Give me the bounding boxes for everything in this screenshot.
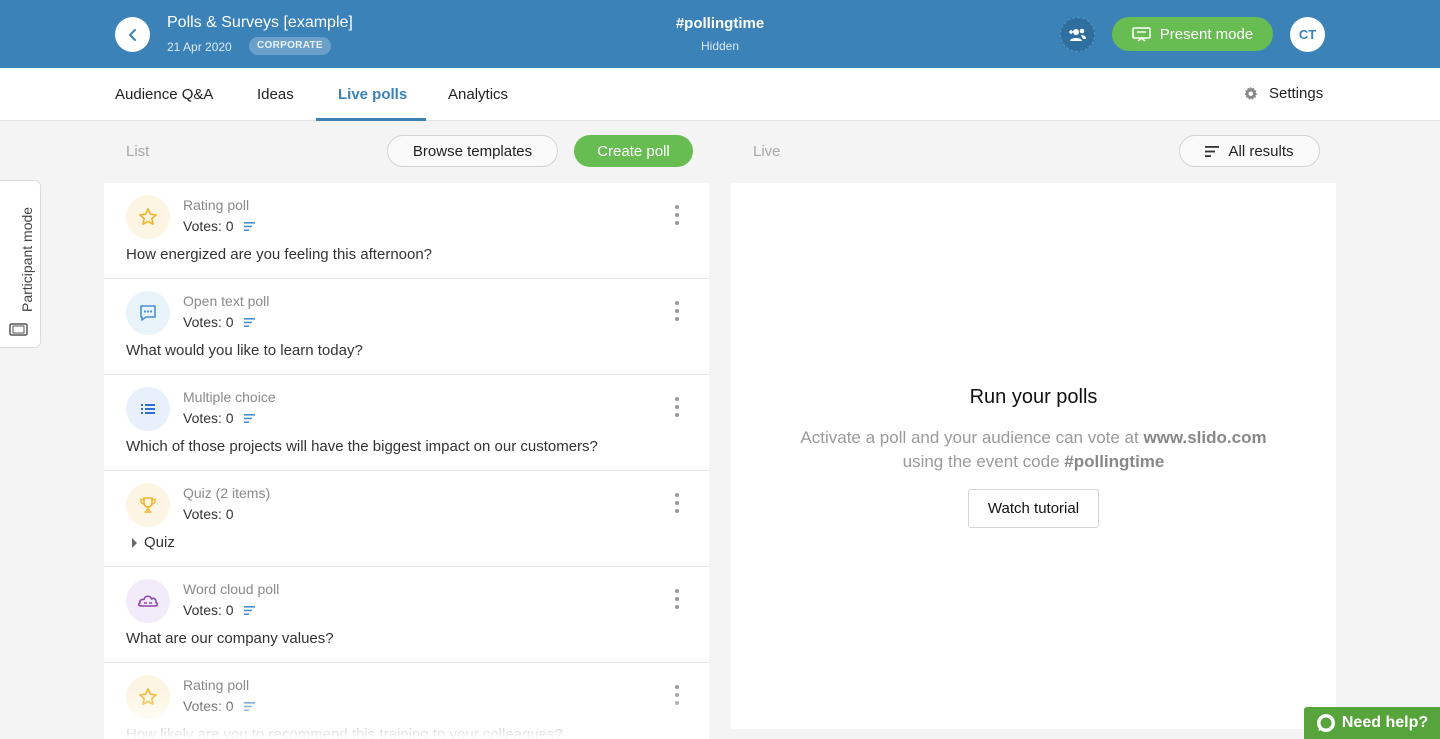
tab-analytics[interactable]: Analytics bbox=[448, 86, 508, 103]
quiz-expand-toggle[interactable]: Quiz bbox=[131, 534, 175, 551]
poll-votes-count: Votes: 0 bbox=[183, 314, 234, 330]
gear-icon bbox=[1244, 86, 1258, 100]
results-lines-icon bbox=[243, 413, 255, 423]
live-section-label: Live bbox=[753, 143, 781, 160]
presentation-screen-icon bbox=[1131, 27, 1151, 42]
more-options-button[interactable] bbox=[668, 493, 686, 513]
star-icon bbox=[126, 195, 170, 239]
live-desc-text-1: Activate a poll and your audience can vo… bbox=[800, 428, 1144, 447]
poll-votes-count: Votes: 0 bbox=[183, 602, 234, 618]
poll-votes: Votes: 0 bbox=[183, 218, 255, 234]
more-options-button[interactable] bbox=[668, 397, 686, 417]
watch-tutorial-button[interactable]: Watch tutorial bbox=[968, 489, 1099, 528]
need-help-button[interactable]: Need help? bbox=[1304, 707, 1440, 739]
poll-question: How likely are you to recommend this tra… bbox=[126, 726, 563, 739]
settings-label: Settings bbox=[1269, 85, 1324, 102]
poll-votes-count: Votes: 0 bbox=[183, 506, 234, 522]
cloud-icon bbox=[126, 579, 170, 623]
poll-item[interactable]: Rating poll Votes: 0 How likely are you … bbox=[104, 663, 709, 739]
all-results-button[interactable]: All results bbox=[1179, 135, 1320, 167]
poll-type: Quiz (2 items) bbox=[183, 485, 271, 501]
poll-type: Word cloud poll bbox=[183, 581, 280, 597]
quiz-toggle-label: Quiz bbox=[144, 534, 175, 551]
poll-item[interactable]: Multiple choice Votes: 0 Which of those … bbox=[104, 375, 709, 471]
poll-type: Rating poll bbox=[183, 677, 250, 693]
poll-type: Rating poll bbox=[183, 197, 250, 213]
user-avatar[interactable]: CT bbox=[1290, 17, 1325, 52]
tab-live-polls[interactable]: Live polls bbox=[338, 86, 407, 103]
more-options-button[interactable] bbox=[668, 205, 686, 225]
participant-mode-label: Participant mode bbox=[19, 206, 35, 312]
slido-url: www.slido.com bbox=[1143, 428, 1267, 447]
present-mode-label: Present mode bbox=[1159, 25, 1254, 43]
tab-ideas[interactable]: Ideas bbox=[257, 86, 294, 103]
people-add-icon bbox=[1068, 28, 1086, 41]
need-help-label: Need help? bbox=[1341, 714, 1429, 731]
more-options-button[interactable] bbox=[668, 589, 686, 609]
results-lines-icon bbox=[243, 605, 255, 615]
event-code-highlight: #pollingtime bbox=[1064, 452, 1165, 471]
poll-question: What are our company values? bbox=[126, 630, 334, 647]
list-icon bbox=[126, 387, 170, 431]
tab-bar: Audience Q&A Ideas Live polls Analytics … bbox=[0, 68, 1440, 121]
poll-question: How energized are you feeling this after… bbox=[126, 246, 433, 263]
browse-templates-button[interactable]: Browse templates bbox=[387, 135, 558, 167]
create-poll-button[interactable]: Create poll bbox=[574, 135, 693, 167]
trophy-icon bbox=[126, 483, 170, 527]
poll-item[interactable]: Rating poll Votes: 0 How energized are y… bbox=[104, 183, 709, 279]
more-options-button[interactable] bbox=[668, 301, 686, 321]
present-mode-button[interactable]: Present mode bbox=[1112, 17, 1273, 51]
poll-votes-count: Votes: 0 bbox=[183, 698, 234, 714]
active-tab-indicator bbox=[316, 118, 426, 121]
tablet-icon bbox=[9, 323, 28, 336]
caret-right-icon bbox=[132, 537, 137, 548]
poll-votes: Votes: 0 bbox=[183, 314, 255, 330]
poll-type: Open text poll bbox=[183, 293, 270, 309]
poll-votes: Votes: 0 bbox=[183, 602, 255, 618]
poll-type: Multiple choice bbox=[183, 389, 276, 405]
poll-votes-count: Votes: 0 bbox=[183, 218, 234, 234]
poll-votes: Votes: 0 bbox=[183, 698, 255, 714]
live-panel-description: Activate a poll and your audience can vo… bbox=[731, 426, 1336, 474]
poll-question: Which of those projects will have the bi… bbox=[126, 438, 598, 455]
live-desc-text-2: using the event code bbox=[902, 452, 1065, 471]
sort-lines-icon bbox=[1205, 145, 1220, 157]
star-icon bbox=[126, 675, 170, 719]
participant-mode-tab[interactable]: Participant mode bbox=[0, 180, 41, 348]
results-lines-icon bbox=[243, 701, 255, 711]
more-options-button[interactable] bbox=[668, 685, 686, 705]
speech-bubble-icon bbox=[126, 291, 170, 335]
poll-item[interactable]: Quiz (2 items) Votes: 0 Quiz bbox=[104, 471, 709, 567]
tab-audience-qa[interactable]: Audience Q&A bbox=[115, 86, 213, 103]
all-results-label: All results bbox=[1228, 142, 1294, 160]
invite-people-button[interactable] bbox=[1060, 17, 1095, 52]
live-panel-title: Run your polls bbox=[969, 386, 1098, 408]
list-section-label: List bbox=[126, 143, 150, 160]
poll-question: What would you like to learn today? bbox=[126, 342, 363, 359]
top-header: Polls & Surveys [example] 21 Apr 2020 CO… bbox=[0, 0, 1440, 68]
poll-votes-count: Votes: 0 bbox=[183, 410, 234, 426]
settings-button[interactable]: Settings bbox=[1243, 85, 1323, 102]
live-panel: Run your polls Activate a poll and your … bbox=[731, 183, 1336, 729]
results-lines-icon bbox=[243, 317, 255, 327]
poll-item[interactable]: Word cloud poll Votes: 0 What are our co… bbox=[104, 567, 709, 663]
poll-votes: Votes: 0 bbox=[183, 410, 255, 426]
poll-votes: Votes: 0 bbox=[183, 506, 234, 522]
chat-bubble-icon bbox=[1316, 714, 1335, 732]
poll-item[interactable]: Open text poll Votes: 0 What would you l… bbox=[104, 279, 709, 375]
results-lines-icon bbox=[243, 221, 255, 231]
poll-list: Rating poll Votes: 0 How energized are y… bbox=[104, 183, 709, 739]
